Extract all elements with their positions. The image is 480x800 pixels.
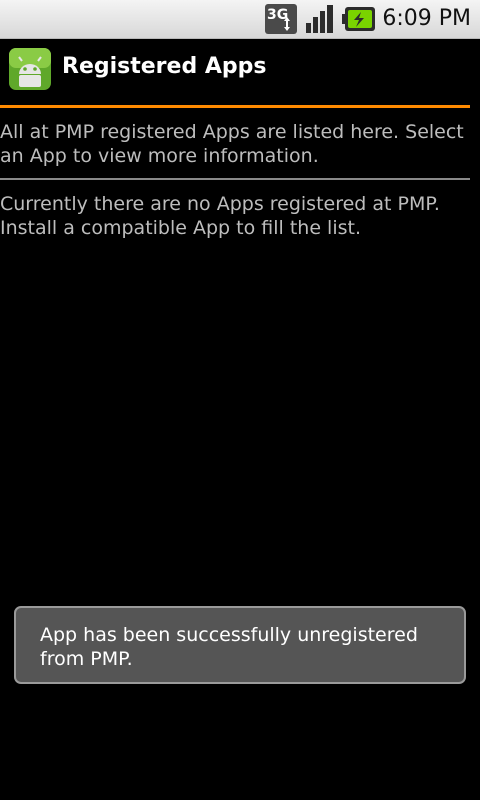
signal-icon (306, 5, 333, 33)
title-bar: Registered Apps (0, 39, 480, 105)
battery-charging-icon (342, 7, 375, 31)
empty-list-message: Currently there are no Apps registered a… (0, 193, 440, 239)
3g-icon: 3G (265, 4, 297, 34)
android-app-icon (9, 48, 51, 90)
page-title: Registered Apps (62, 54, 267, 79)
toast-message: App has been successfully unregistered f… (40, 624, 418, 670)
title-divider (0, 105, 470, 108)
intro-text: All at PMP registered Apps are listed he… (0, 121, 464, 167)
toast-notification: App has been successfully unregistered f… (14, 606, 466, 684)
status-bar: 3G 6:09 PM (0, 0, 480, 39)
section-divider (0, 178, 470, 180)
status-time: 6:09 PM (382, 6, 471, 31)
